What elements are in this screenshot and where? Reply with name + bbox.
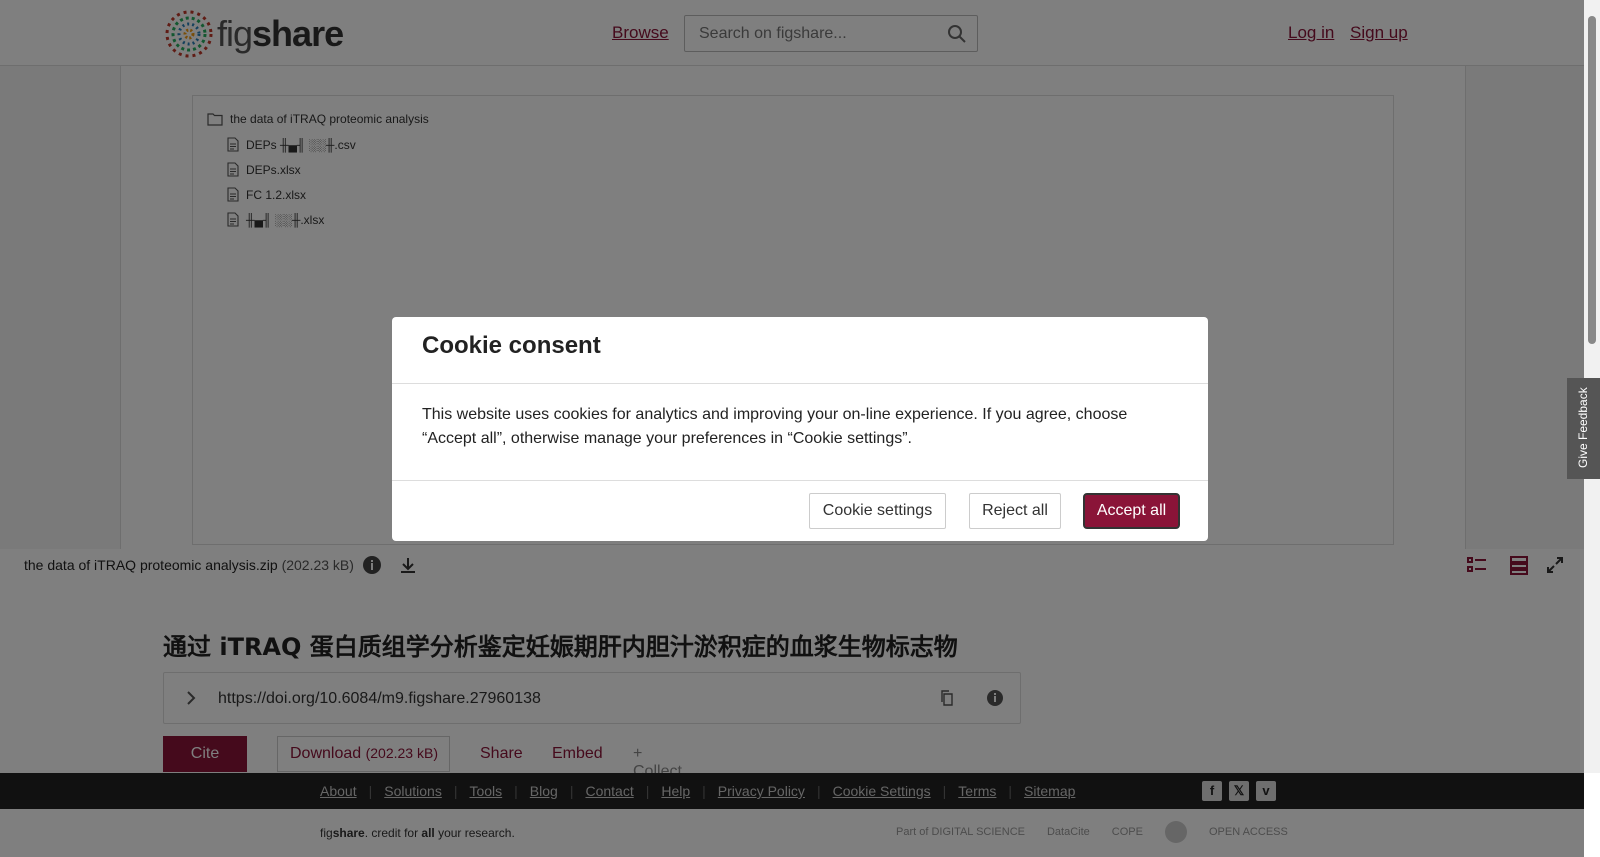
divider [392, 383, 1208, 384]
scrollbar-thumb[interactable] [1588, 16, 1596, 344]
feedback-label: Give Feedback [1576, 387, 1590, 468]
give-feedback-tab[interactable]: Give Feedback [1567, 378, 1600, 479]
divider [392, 480, 1208, 481]
reject-all-button[interactable]: Reject all [969, 493, 1061, 529]
dialog-body: This website uses cookies for analytics … [422, 406, 1128, 447]
cookie-consent-dialog: Cookie consent This website uses cookies… [392, 317, 1208, 541]
dialog-title: Cookie consent [422, 332, 601, 359]
cookie-settings-button[interactable]: Cookie settings [809, 493, 946, 529]
accept-all-button[interactable]: Accept all [1083, 493, 1180, 529]
